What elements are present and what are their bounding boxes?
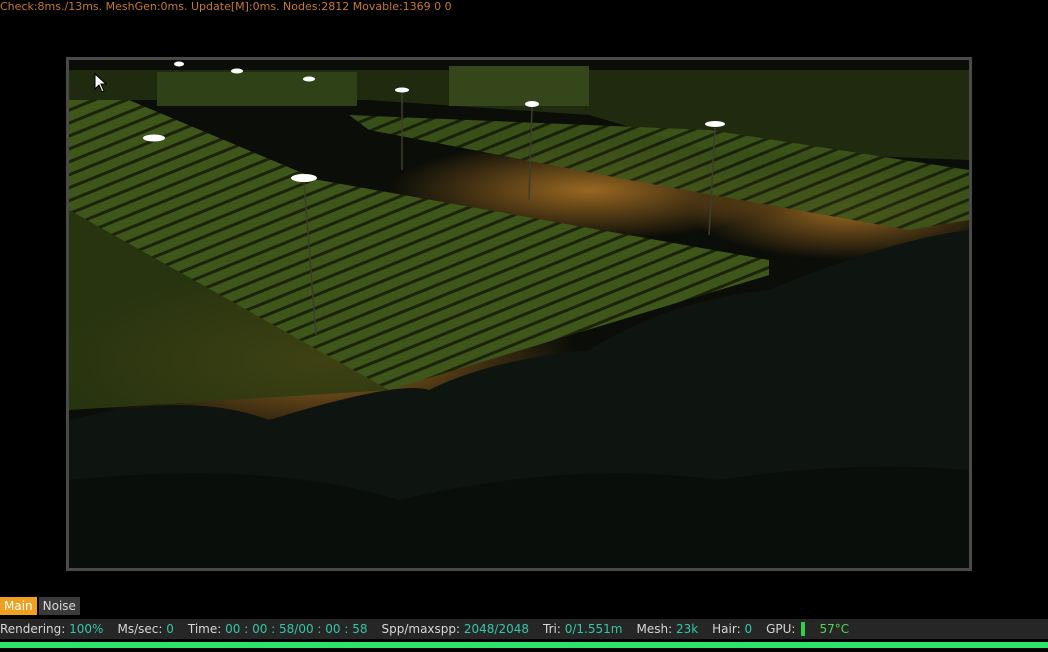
mouse-cursor-icon [94, 73, 108, 93]
gpu-label: GPU: [766, 621, 796, 636]
rendering-value: 100% [69, 622, 104, 636]
ms-value: 0 [166, 622, 174, 636]
hair-label: Hair: [712, 622, 741, 636]
spp-label: Spp/maxspp: [381, 622, 461, 636]
ms-label: Ms/sec: [117, 622, 163, 636]
mesh-status: Mesh: 23k [636, 622, 698, 636]
render-progress-fill [0, 642, 1048, 648]
rendering-status: Rendering: 100% [0, 622, 103, 636]
tri-value: 0/1.551m [564, 622, 623, 636]
ms-per-sec-status: Ms/sec: 0 [117, 622, 173, 636]
view-tabs: Main Noise [0, 597, 80, 615]
time-status: Time: 00 : 00 : 58/00 : 00 : 58 [188, 622, 368, 636]
gpu-temp: 57°C [819, 621, 850, 636]
render-progress-bar [0, 642, 1048, 648]
time-label: Time: [187, 622, 222, 636]
rendered-scene-image [69, 60, 969, 568]
render-viewport[interactable] [66, 57, 972, 571]
rendering-label: Rendering: [0, 622, 66, 636]
render-status-bar: Rendering: 100% Ms/sec: 0 Time: 00 : 00 … [0, 619, 1048, 639]
tab-noise[interactable]: Noise [38, 597, 80, 615]
gpu-status: GPU: 57°C [766, 622, 849, 637]
hair-status: Hair: 0 [712, 622, 752, 636]
mesh-value: 23k [675, 622, 699, 636]
gpu-load-bar [801, 622, 806, 637]
debug-stats-text: Check:8ms./13ms. MeshGen:0ms. Update[M]:… [0, 0, 452, 13]
tri-label: Tri: [543, 622, 561, 636]
tri-status: Tri: 0/1.551m [543, 622, 622, 636]
time-value: 00 : 00 : 58/00 : 00 : 58 [225, 622, 368, 636]
spp-value: 2048/2048 [463, 622, 530, 636]
hair-value: 0 [744, 622, 753, 636]
spp-status: Spp/maxspp: 2048/2048 [381, 622, 529, 636]
mesh-label: Mesh: [636, 622, 673, 636]
tab-main[interactable]: Main [0, 597, 37, 615]
